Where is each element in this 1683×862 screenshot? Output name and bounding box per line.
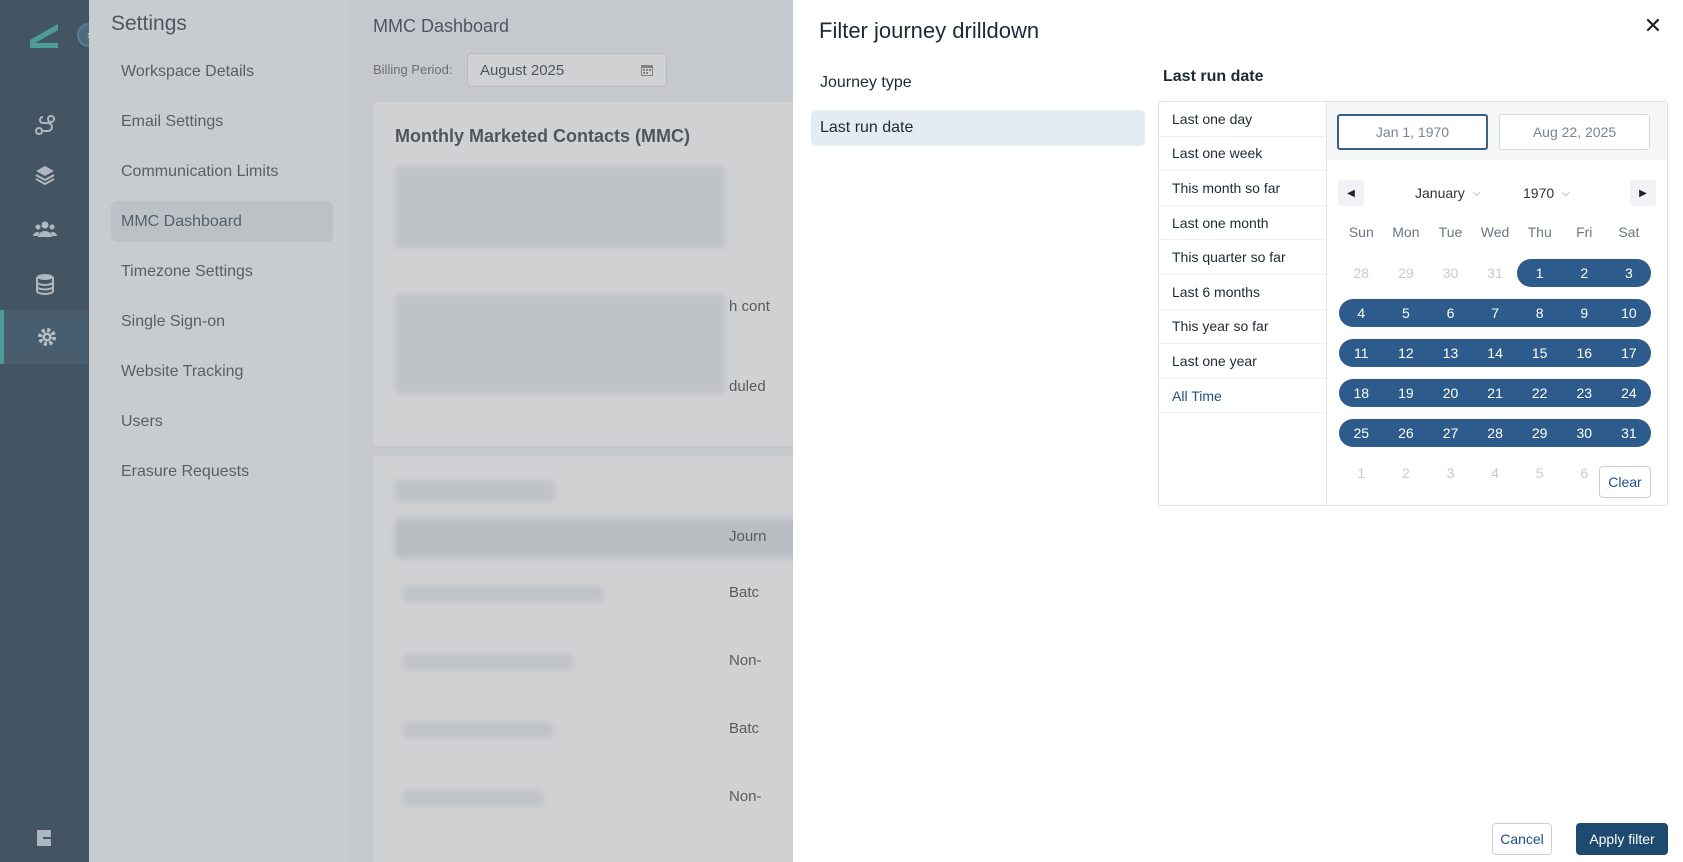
- prev-month-icon[interactable]: ◀: [1338, 180, 1364, 206]
- year-select[interactable]: 1970 ⌵: [1523, 182, 1570, 204]
- preset-this-year-so-far[interactable]: This year so far: [1159, 310, 1326, 345]
- chevron-down-icon: ⌵: [1472, 187, 1481, 199]
- calendar-day[interactable]: 25: [1339, 419, 1384, 447]
- month-select[interactable]: January ⌵: [1415, 182, 1480, 204]
- calendar-day[interactable]: 1: [1339, 459, 1384, 487]
- calendar-day[interactable]: 17: [1607, 339, 1652, 367]
- calendar-day[interactable]: 8: [1517, 299, 1562, 327]
- calendar-day[interactable]: 7: [1473, 299, 1518, 327]
- calendar-day[interactable]: 18: [1339, 379, 1384, 407]
- calendar-day[interactable]: 6: [1428, 299, 1473, 327]
- preset-this-quarter-so-far[interactable]: This quarter so far: [1159, 240, 1326, 275]
- clear-button[interactable]: Clear: [1599, 466, 1651, 498]
- weekday-label: Fri: [1576, 224, 1593, 240]
- preset-list: Last one day Last one week This month so…: [1159, 102, 1327, 505]
- calendar-day[interactable]: 13: [1428, 339, 1473, 367]
- weekday-label: Thu: [1527, 224, 1552, 240]
- modal-backdrop[interactable]: [0, 0, 793, 862]
- calendar-day[interactable]: 30: [1562, 419, 1607, 447]
- calendar-day[interactable]: 31: [1607, 419, 1652, 447]
- weekday-label: Sat: [1618, 224, 1640, 240]
- preset-last-6-months[interactable]: Last 6 months: [1159, 275, 1326, 310]
- calendar-day[interactable]: 12: [1384, 339, 1429, 367]
- filter-drawer: Filter journey drilldown ✕ Journey type …: [793, 0, 1683, 862]
- chevron-down-icon: ⌵: [1562, 187, 1570, 199]
- calendar-day[interactable]: 15: [1517, 339, 1562, 367]
- preset-last-one-week[interactable]: Last one week: [1159, 137, 1326, 172]
- filter-journey-type[interactable]: Journey type: [811, 65, 1145, 101]
- calendar-day[interactable]: 30: [1428, 259, 1473, 287]
- apply-filter-button[interactable]: Apply filter: [1576, 823, 1668, 855]
- calendar-day[interactable]: 21: [1473, 379, 1518, 407]
- day-grid: 28 29 30 31 1 2 3 4 5 6 7 8 9 10 11 12 13 14 15 16 17 18 19 20 2…: [1339, 253, 1657, 493]
- calendar-day[interactable]: 26: [1384, 419, 1429, 447]
- close-icon[interactable]: ✕: [1641, 13, 1665, 38]
- calendar-day[interactable]: 4: [1339, 299, 1384, 327]
- calendar-day[interactable]: 23: [1562, 379, 1607, 407]
- calendar-day[interactable]: 19: [1384, 379, 1429, 407]
- weekday-header: Sun Mon Tue Wed Thu Fri Sat: [1339, 224, 1657, 240]
- calendar-day[interactable]: 2: [1562, 259, 1607, 287]
- calendar-day[interactable]: 1: [1517, 259, 1562, 287]
- end-date-input[interactable]: Aug 22, 2025: [1499, 114, 1650, 150]
- calendar-week-row: 18 19 20 21 22 23 24: [1339, 373, 1657, 413]
- start-date-input[interactable]: Jan 1, 1970: [1337, 114, 1488, 150]
- filter-last-run-date[interactable]: Last run date: [811, 110, 1145, 146]
- year-value: 1970: [1523, 185, 1555, 201]
- cancel-button[interactable]: Cancel: [1492, 823, 1552, 855]
- calendar-day[interactable]: 2: [1384, 459, 1429, 487]
- weekday-label: Mon: [1392, 224, 1420, 240]
- preset-last-one-day[interactable]: Last one day: [1159, 102, 1326, 137]
- calendar-day[interactable]: 29: [1384, 259, 1429, 287]
- calendar-day[interactable]: 16: [1562, 339, 1607, 367]
- next-month-icon[interactable]: ▶: [1630, 180, 1656, 206]
- weekday-label: Sun: [1348, 224, 1374, 240]
- calendar-day[interactable]: 27: [1428, 419, 1473, 447]
- calendar-day[interactable]: 29: [1517, 419, 1562, 447]
- calendar-day[interactable]: 10: [1607, 299, 1652, 327]
- calendar-day[interactable]: 20: [1428, 379, 1473, 407]
- calendar-week-row: 28 29 30 31 1 2 3: [1339, 253, 1657, 293]
- section-title: Last run date: [1163, 68, 1264, 85]
- weekday-label: Wed: [1480, 224, 1510, 240]
- calendar-day[interactable]: 5: [1384, 299, 1429, 327]
- date-range-picker: Last one day Last one week This month so…: [1158, 101, 1668, 506]
- month-value: January: [1415, 185, 1465, 201]
- calendar-day[interactable]: 31: [1473, 259, 1518, 287]
- preset-last-one-month[interactable]: Last one month: [1159, 206, 1326, 241]
- calendar-day[interactable]: 3: [1607, 259, 1652, 287]
- calendar-day[interactable]: 28: [1339, 259, 1384, 287]
- date-inputs: Jan 1, 1970 Aug 22, 2025: [1327, 102, 1667, 160]
- calendar-day[interactable]: 3: [1428, 459, 1473, 487]
- calendar-week-row: 25 26 27 28 29 30 31: [1339, 413, 1657, 453]
- calendar-day[interactable]: 4: [1473, 459, 1518, 487]
- calendar: Jan 1, 1970 Aug 22, 2025 ◀ January ⌵ 197…: [1327, 102, 1667, 505]
- calendar-day[interactable]: 22: [1517, 379, 1562, 407]
- calendar-week-row: 11 12 13 14 15 16 17: [1339, 333, 1657, 373]
- preset-last-one-year[interactable]: Last one year: [1159, 344, 1326, 379]
- calendar-day[interactable]: 5: [1517, 459, 1562, 487]
- calendar-day[interactable]: 24: [1607, 379, 1652, 407]
- calendar-day[interactable]: 14: [1473, 339, 1518, 367]
- calendar-day[interactable]: 9: [1562, 299, 1607, 327]
- weekday-label: Tue: [1438, 224, 1463, 240]
- calendar-day[interactable]: 28: [1473, 419, 1518, 447]
- calendar-week-row: 4 5 6 7 8 9 10: [1339, 293, 1657, 333]
- preset-all-time[interactable]: All Time: [1159, 379, 1326, 414]
- preset-this-month-so-far[interactable]: This month so far: [1159, 171, 1326, 206]
- drawer-title: Filter journey drilldown: [819, 18, 1040, 43]
- calendar-day[interactable]: 11: [1339, 339, 1384, 367]
